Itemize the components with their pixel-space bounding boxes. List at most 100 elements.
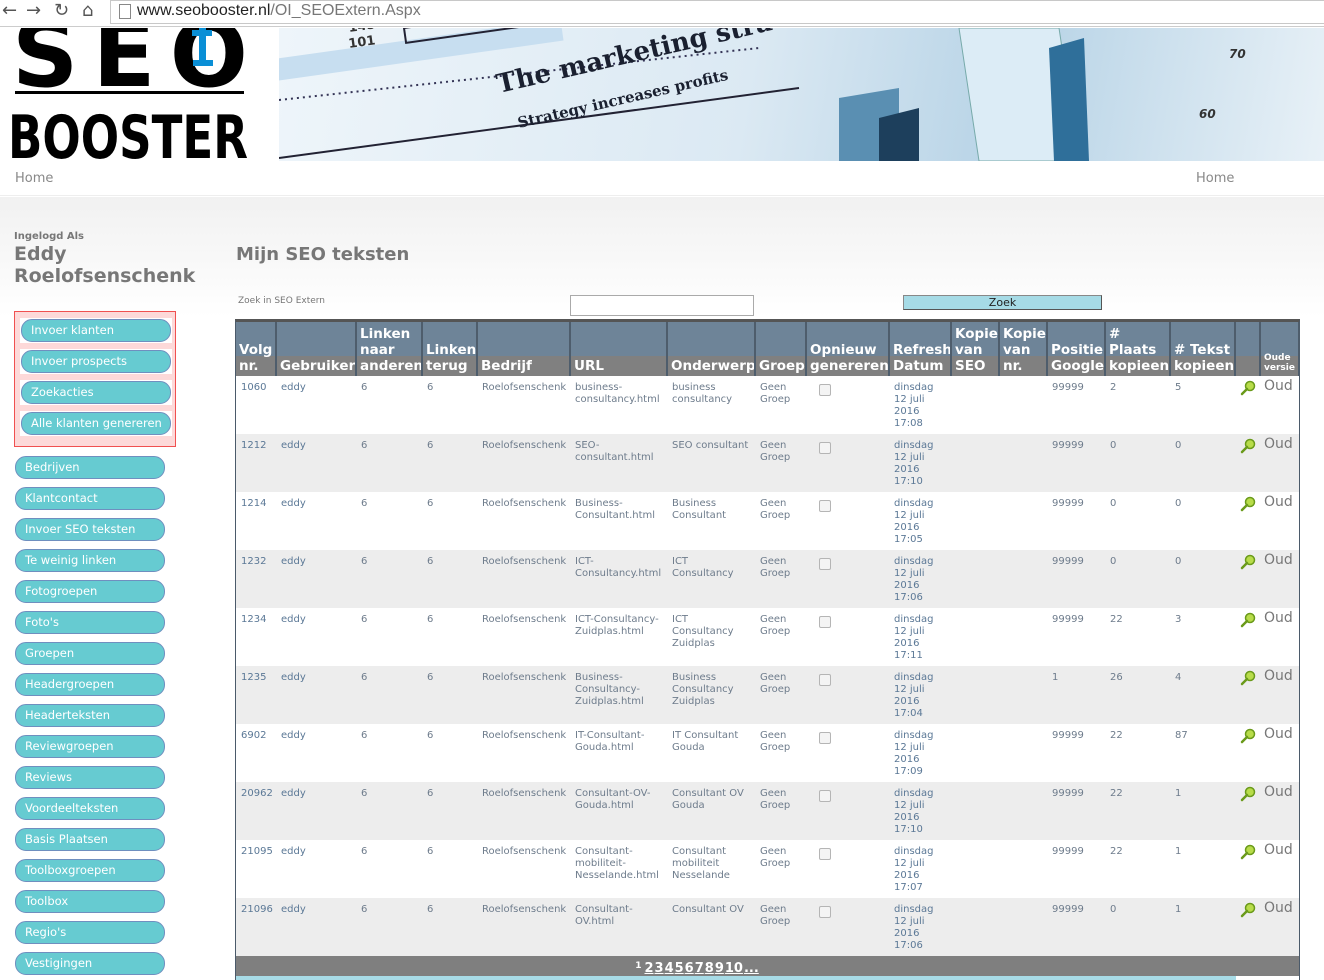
magnifier-icon[interactable] — [1240, 786, 1256, 802]
cell-oud[interactable]: Oud — [1260, 434, 1299, 492]
page-link-more[interactable]: ... — [744, 961, 759, 976]
menu-item-toolbox[interactable]: Toolbox — [15, 890, 165, 913]
page-link-6[interactable]: 6 — [685, 961, 694, 976]
home-icon[interactable]: ⌂ — [82, 1, 93, 21]
column-header-url[interactable]: URL — [570, 322, 668, 376]
view-cell — [1235, 666, 1260, 724]
magnifier-icon[interactable] — [1240, 728, 1256, 744]
page-link-7[interactable]: 7 — [695, 961, 704, 976]
regenerate-checkbox[interactable] — [819, 906, 831, 918]
page-link-2[interactable]: 2 — [644, 961, 653, 976]
back-icon[interactable]: ← — [2, 1, 17, 21]
cell-nr: 1235 — [236, 666, 276, 724]
column-header-linken-naar-anderen[interactable]: Linken naar anderen — [356, 322, 423, 376]
view-cell — [1235, 782, 1260, 840]
column-header-volg-nr[interactable]: Volg nr. — [236, 322, 277, 376]
magnifier-icon[interactable] — [1240, 670, 1256, 686]
cell-oud[interactable]: Oud — [1260, 376, 1299, 434]
address-bar[interactable]: www.seobooster.nl/OI_SEOExtern.Aspx — [110, 0, 1324, 24]
menu-item-reviewgroepen[interactable]: Reviewgroepen — [15, 735, 165, 758]
column-header-linken-terug[interactable]: Linken terug — [422, 322, 478, 376]
menu-zoekacties[interactable]: Zoekacties — [21, 381, 171, 404]
column-header-onderwerp[interactable]: Onderwerp — [667, 322, 756, 376]
column-header-refresh-datum[interactable]: Refresh Datum — [889, 322, 952, 376]
column-header-action[interactable] — [1235, 322, 1261, 376]
column-header-bedrijf[interactable]: Bedrijf — [477, 322, 571, 376]
regenerate-checkbox[interactable] — [819, 616, 831, 628]
menu-item-regio-s[interactable]: Regio's — [15, 921, 165, 944]
menu-item-foto-s[interactable]: Foto's — [15, 611, 165, 634]
page-link-10[interactable]: 10 — [725, 961, 743, 976]
cell-naar: 6 — [356, 782, 422, 840]
menu-item-reviews[interactable]: Reviews — [15, 766, 165, 789]
cell-nr: 20962 — [236, 782, 276, 840]
cell-oud[interactable]: Oud — [1260, 492, 1299, 550]
cell-kopie-nr — [999, 608, 1047, 666]
menu-item-klantcontact[interactable]: Klantcontact — [15, 487, 165, 510]
magnifier-icon[interactable] — [1240, 554, 1256, 570]
menu-item-vestigingen[interactable]: Vestigingen — [15, 952, 165, 975]
magnifier-icon[interactable] — [1240, 902, 1256, 918]
home-link-right[interactable]: Home — [1196, 171, 1234, 186]
menu-item-groepen[interactable]: Groepen — [15, 642, 165, 665]
regenerate-checkbox[interactable] — [819, 442, 831, 454]
logged-in-user-name: Eddy Roelofsenschenk — [14, 243, 196, 287]
search-button[interactable]: Zoek — [903, 295, 1102, 310]
magnifier-icon[interactable] — [1240, 844, 1256, 860]
page-link-5[interactable]: 5 — [675, 961, 684, 976]
regenerate-checkbox[interactable] — [819, 500, 831, 512]
cell-oud[interactable]: Oud — [1260, 608, 1299, 666]
magnifier-icon[interactable] — [1240, 438, 1256, 454]
menu-item-headergroepen[interactable]: Headergroepen — [15, 673, 165, 696]
column-header-gebruiker[interactable]: Gebruiker — [276, 322, 357, 376]
forward-icon[interactable]: → — [26, 1, 41, 21]
header-banner-image: 101 145 The marketing stra Strategy incr… — [279, 28, 1324, 161]
page-link-4[interactable]: 4 — [665, 961, 674, 976]
search-input[interactable] — [570, 295, 754, 316]
horizontal-scrollbar[interactable] — [236, 976, 1236, 980]
column-header-positie-google[interactable]: Positie Google — [1047, 322, 1106, 376]
menu-item-bedrijven[interactable]: Bedrijven — [15, 456, 165, 479]
magnifier-icon[interactable] — [1240, 612, 1256, 628]
cell-bedrijf: Roelofsenschenk — [477, 782, 570, 840]
page-link-8[interactable]: 8 — [705, 961, 714, 976]
cell-oud[interactable]: Oud — [1260, 666, 1299, 724]
menu-item-headerteksten[interactable]: Headerteksten — [15, 704, 165, 727]
home-link-left[interactable]: Home — [15, 171, 53, 186]
menu-alle-klanten-genereren[interactable]: Alle klanten genereren — [21, 412, 171, 435]
regenerate-checkbox[interactable] — [819, 732, 831, 744]
page-link-3[interactable]: 3 — [655, 961, 664, 976]
column-header-plaats-kopieen[interactable]: # Plaats kopieen — [1105, 322, 1171, 376]
reload-icon[interactable]: ↻ — [54, 1, 69, 21]
column-header-kopie-van-nr[interactable]: Kopie van nr. — [999, 322, 1048, 376]
column-header-kopie-van-seo[interactable]: Kopie van SEO — [951, 322, 1000, 376]
regenerate-checkbox[interactable] — [819, 674, 831, 686]
cell-oud[interactable]: Oud — [1260, 782, 1299, 840]
column-header-opnieuw-genereren[interactable]: Opnieuw genereren — [806, 322, 890, 376]
regenerate-checkbox[interactable] — [819, 790, 831, 802]
cell-oud[interactable]: Oud — [1260, 840, 1299, 898]
menu-invoer-prospects[interactable]: Invoer prospects — [21, 350, 171, 373]
column-header-oude-versie[interactable]: Oude versie — [1260, 322, 1300, 376]
cell-user: eddy — [281, 382, 306, 393]
menu-invoer-klanten[interactable]: Invoer klanten — [21, 319, 171, 342]
regenerate-checkbox[interactable] — [819, 558, 831, 570]
regenerate-checkbox[interactable] — [819, 384, 831, 396]
menu-item-te-weinig-linken[interactable]: Te weinig linken — [15, 549, 165, 572]
menu-item-fotogroepen[interactable]: Fotogroepen — [15, 580, 165, 603]
column-header-tekst-kopieen[interactable]: # Tekst kopieen — [1170, 322, 1236, 376]
cell-oud[interactable]: Oud — [1260, 550, 1299, 608]
cell-positie: 99999 — [1052, 382, 1084, 393]
menu-item-basis-plaatsen[interactable]: Basis Plaatsen — [15, 828, 165, 851]
regenerate-checkbox[interactable] — [819, 848, 831, 860]
menu-item-toolboxgroepen[interactable]: Toolboxgroepen — [15, 859, 165, 882]
page-link-9[interactable]: 9 — [715, 961, 724, 976]
cell-oud[interactable]: Oud — [1260, 724, 1299, 782]
seobooster-logo[interactable]: SEO BOOSTER — [0, 28, 278, 162]
cell-oud[interactable]: Oud — [1260, 898, 1299, 956]
menu-item-voordeelteksten[interactable]: Voordeelteksten — [15, 797, 165, 820]
column-header-groep[interactable]: Groep — [755, 322, 807, 376]
magnifier-icon[interactable] — [1240, 380, 1256, 396]
menu-item-invoer-seo-teksten[interactable]: Invoer SEO teksten — [15, 518, 165, 541]
magnifier-icon[interactable] — [1240, 496, 1256, 512]
